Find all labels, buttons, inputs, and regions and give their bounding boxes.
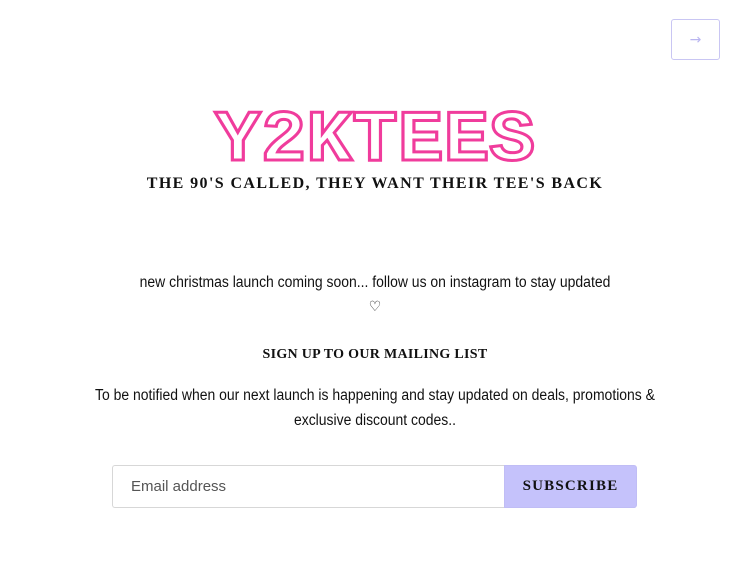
brand-logo-text: Y2KTEES: [215, 100, 535, 168]
email-field[interactable]: [112, 465, 504, 508]
heart-icon: ♡: [368, 299, 382, 315]
arrow-right-icon: →: [689, 31, 702, 48]
mailing-list-title: SIGN UP TO OUR MAILING LIST: [262, 347, 488, 362]
brand-logo: Y2KTEES: [214, 100, 537, 168]
enter-store-button[interactable]: →: [671, 19, 720, 60]
announcement-text: new christmas launch coming soon... foll…: [139, 274, 611, 291]
subscribe-button[interactable]: SUBSCRIBE: [504, 465, 637, 508]
brand-tagline: THE 90'S CALLED, THEY WANT THEIR TEE'S B…: [146, 175, 604, 192]
mailing-list-description: To be notified when our next launch is h…: [95, 387, 655, 429]
newsletter-form: SUBSCRIBE: [112, 465, 637, 508]
